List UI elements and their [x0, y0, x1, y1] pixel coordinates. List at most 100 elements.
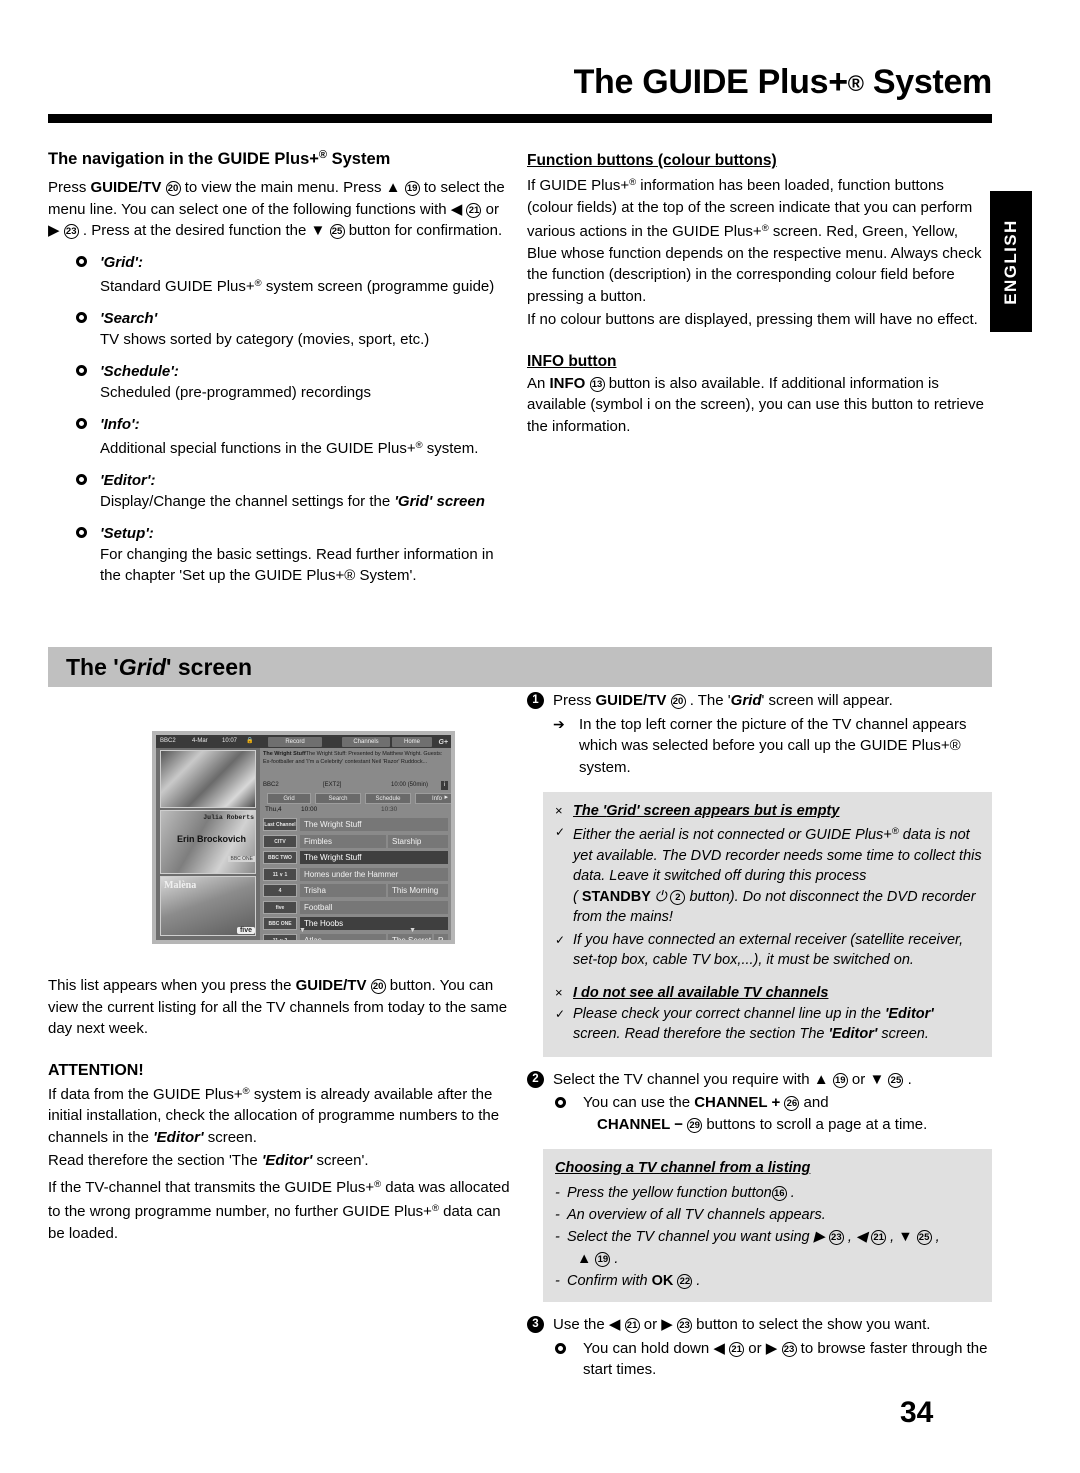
- tv-programme-cell[interactable]: Trisha: [300, 884, 386, 897]
- tv-channel-logo[interactable]: 11 ∨ 1: [263, 867, 297, 881]
- attn3-text-a: If the TV-channel that transmits the GUI…: [48, 1178, 375, 1196]
- tv-poster-1-title: Erin Brockovich: [176, 834, 246, 844]
- table-row[interactable]: BBC TWO The Wright Stuff: [263, 850, 448, 866]
- grid-screen-label: Grid: [730, 692, 762, 709]
- tv-home-button[interactable]: Home: [392, 736, 432, 747]
- tb1i1-c: (: [573, 888, 582, 905]
- tb1-a: The ': [573, 803, 607, 819]
- tv-time-header: Thu,4 10:00 10:30: [263, 806, 448, 816]
- tv-meta-time: 10:00 (50min): [391, 782, 429, 788]
- tv-record-button[interactable]: Record: [268, 736, 322, 747]
- hollow-circle-icon: [555, 1097, 566, 1108]
- tv-programme-cell[interactable]: Starship: [388, 834, 448, 848]
- registered-icon: ®: [847, 71, 864, 96]
- navigation-heading-tail: System: [327, 150, 391, 168]
- step-1-text: Press GUIDE/TV 20 . The 'Grid' screen wi…: [553, 690, 992, 712]
- ref-23: 23: [828, 1230, 844, 1245]
- tv-current-channel: BBC2: [160, 738, 176, 744]
- tv-programme-cell[interactable]: The Hoobs: [300, 917, 448, 930]
- hollow-circle-icon: [76, 417, 87, 429]
- function-name: 'Search': [100, 309, 158, 327]
- tv-tab-schedule[interactable]: Schedule: [365, 793, 411, 804]
- band-label-a: The ': [66, 654, 119, 680]
- editor-screen-label: 'Editor': [153, 1128, 204, 1146]
- s2-a: Select the TV channel you require with: [553, 1070, 814, 1088]
- attention-paragraph-2: Read therefore the section 'The 'Editor'…: [48, 1150, 510, 1172]
- ref-26: 26: [784, 1096, 800, 1111]
- tv-channel-logo[interactable]: CITV: [263, 834, 297, 848]
- arrow-right-icon: ➔: [553, 715, 565, 732]
- choosing-line-2: - An overview of all TV channels appears.: [555, 1204, 982, 1226]
- tv-time-slot-2: 10:30: [381, 806, 398, 813]
- tv-programme-description: The Wright StuffThe Wright Stuff: Presen…: [263, 750, 448, 766]
- section-band-grid-screen: The 'Grid' screen: [48, 647, 992, 687]
- tv-programme-cell[interactable]: Atlas: [300, 933, 386, 940]
- function-name: 'Grid':: [100, 253, 143, 271]
- navigation-heading: The navigation in the GUIDE Plus+® Syste…: [48, 145, 508, 169]
- check-icon: ✓: [555, 1006, 566, 1021]
- tv-meta-source: [EXT2]: [323, 782, 342, 788]
- function-item-search: 'Search' TV shows sorted by category (mo…: [48, 309, 508, 350]
- ref-25: 25: [329, 224, 345, 239]
- s3-or: or: [639, 1316, 662, 1333]
- function-desc-a: Standard GUIDE Plus+: [100, 277, 255, 295]
- choosing-channel-box: Choosing a TV channel from a listing - Pr…: [543, 1149, 992, 1302]
- s2-b: .: [903, 1070, 912, 1088]
- table-row[interactable]: Last Channel The Wright Stuff: [263, 817, 448, 833]
- ref-19: 19: [595, 1252, 611, 1267]
- tv-channel-logo[interactable]: BBC TWO: [263, 851, 297, 864]
- table-row[interactable]: five Football: [263, 900, 448, 916]
- tv-programme-cell[interactable]: The Secret: [388, 933, 432, 940]
- tv-channels-button[interactable]: Channels: [342, 736, 390, 747]
- intro-text-3: to select: [419, 179, 480, 196]
- ref-20: 20: [370, 979, 386, 994]
- registered-icon: ®: [891, 826, 899, 837]
- info-button-heading: INFO button: [527, 352, 617, 370]
- tv-programme-cell[interactable]: The Wright Stuff: [300, 818, 448, 831]
- function-item-setup: 'Setup': For changing the basic settings…: [48, 524, 508, 586]
- registered-icon: ®: [431, 1203, 439, 1214]
- table-row[interactable]: 11 ∨ 1 Homes under the Hammer: [263, 867, 448, 883]
- info-symbol-icon[interactable]: i: [441, 781, 448, 790]
- step-1-result: ➔ In the top left corner the picture of …: [527, 714, 992, 779]
- cl1-tail: .: [786, 1185, 795, 1201]
- table-row[interactable]: BBC ONE The Hoobs: [263, 916, 448, 932]
- band-label-italic: Grid: [118, 654, 167, 680]
- info-button-paragraph: An INFO 13 button is also available. If …: [527, 373, 992, 438]
- cl3-text: Select the TV channel you want using ▶: [567, 1229, 829, 1245]
- arrow-up-icon: ▲: [385, 179, 401, 196]
- tv-tab-search[interactable]: Search: [315, 793, 361, 804]
- function-item-schedule: 'Schedule': Scheduled (pre-programmed) r…: [48, 362, 508, 403]
- tv-programme-cell[interactable]: Football: [300, 900, 448, 914]
- ref-21: 21: [729, 1341, 745, 1357]
- language-tab-label: ENGLISH: [1001, 218, 1020, 305]
- tv-channel-logo[interactable]: BBC ONE: [263, 917, 297, 930]
- table-row[interactable]: 11 ∨ 2 Atlas The Secret P..: [263, 933, 448, 940]
- troubleshoot-item-1: ✓ Either the aerial is not connected or G…: [553, 822, 982, 928]
- page-title: The GUIDE Plus+® System: [48, 62, 993, 104]
- s2t-a: You can use the: [583, 1094, 695, 1111]
- tv-programme-cell[interactable]: Fimbles: [300, 834, 386, 848]
- tv-channel-logo[interactable]: 4: [263, 884, 297, 897]
- tv-programme-cell[interactable]: P..: [434, 933, 448, 940]
- s3t-or: or: [744, 1339, 766, 1357]
- tv-date: 4-Mar: [192, 738, 208, 744]
- table-row[interactable]: CITV Fimbles Starship: [263, 834, 448, 850]
- table-row[interactable]: 4 Trisha This Morning: [263, 883, 448, 899]
- tv-programme-cell[interactable]: The Wright Stuff: [300, 851, 448, 864]
- channel-minus-button-label: CHANNEL −: [597, 1115, 683, 1133]
- tv-channel-logo[interactable]: five: [263, 900, 297, 914]
- ref-19: 19: [404, 181, 420, 196]
- attention-heading: ATTENTION!: [48, 1061, 144, 1079]
- ref-21: 21: [466, 202, 482, 218]
- tv-channel-logo[interactable]: 11 ∨ 2: [263, 933, 297, 940]
- tv-channel-logo[interactable]: Last Channel: [263, 818, 297, 831]
- right-column-steps: 1 Press GUIDE/TV 20 . The 'Grid' screen …: [527, 690, 992, 1381]
- choosing-channel-heading: Choosing a TV channel from a listing: [555, 1160, 811, 1176]
- tb1i1-a: Either the aerial is not connected or GU…: [573, 827, 892, 843]
- registered-icon: ®: [415, 439, 423, 451]
- tv-programme-cell[interactable]: This Morning: [388, 884, 448, 897]
- chevron-right-icon[interactable]: ▸: [444, 793, 448, 801]
- tv-programme-cell[interactable]: Homes under the Hammer: [300, 867, 448, 881]
- tv-tab-grid[interactable]: Grid: [267, 793, 311, 804]
